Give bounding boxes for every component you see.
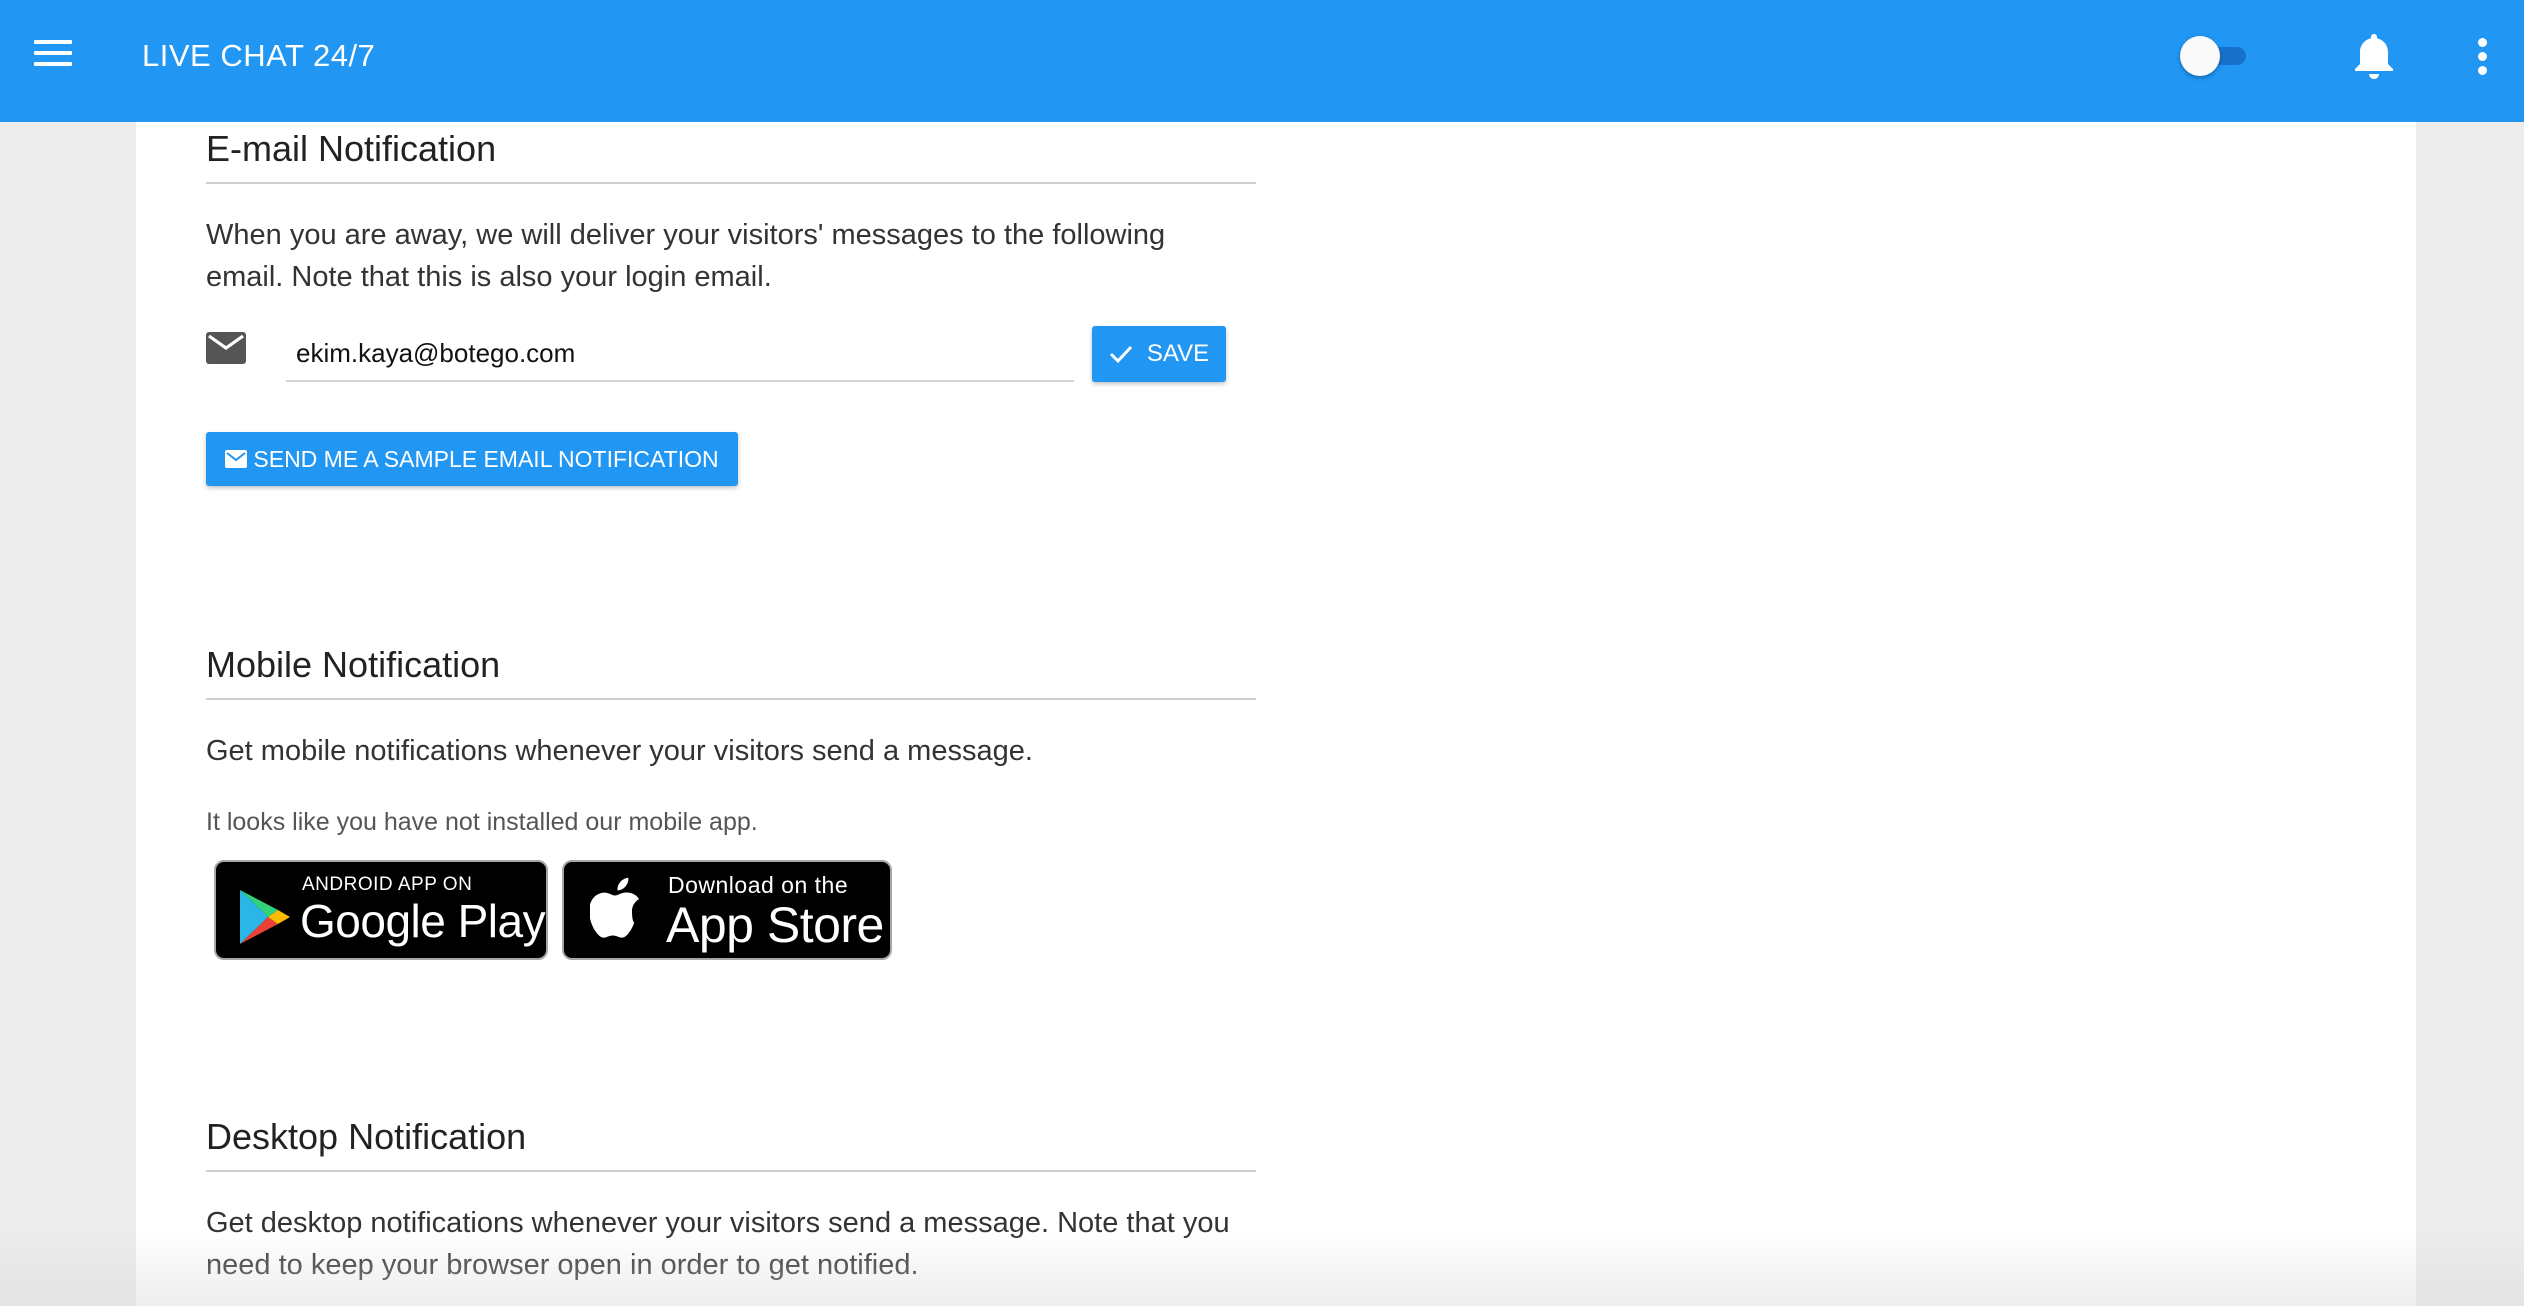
notifications-icon[interactable] bbox=[2350, 30, 2398, 82]
app-title: LIVE CHAT 24/7 bbox=[142, 38, 376, 73]
email-section-description: When you are away, we will deliver your … bbox=[206, 219, 1166, 293]
email-notification-section: E-mail Notification When you are away, w… bbox=[206, 128, 1256, 298]
email-row: SAVE bbox=[206, 326, 1256, 386]
mobile-section-title: Mobile Notification bbox=[206, 644, 1256, 700]
app-store-small-text: Download on the bbox=[668, 872, 849, 898]
desktop-notification-section: Desktop Notification Get desktop notific… bbox=[206, 1116, 1256, 1286]
mobile-section-description: Get mobile notifications whenever your v… bbox=[206, 735, 1033, 767]
desktop-section-title: Desktop Notification bbox=[206, 1116, 1256, 1172]
mail-icon bbox=[206, 332, 246, 364]
google-play-small-text: ANDROID APP ON bbox=[302, 874, 473, 895]
google-play-badge[interactable]: ANDROID APP ON Google Play bbox=[214, 860, 548, 960]
mobile-app-not-installed-note: It looks like you have not installed our… bbox=[206, 808, 758, 836]
more-vertical-icon[interactable] bbox=[2470, 34, 2494, 78]
check-icon bbox=[1109, 345, 1132, 364]
app-bar: LIVE CHAT 24/7 bbox=[0, 0, 2524, 122]
app-store-big-text: App Store bbox=[666, 897, 884, 953]
email-section-title: E-mail Notification bbox=[206, 128, 1256, 184]
google-play-big-text: Google Play bbox=[300, 895, 546, 947]
send-sample-email-label: SEND ME A SAMPLE EMAIL NOTIFICATION bbox=[253, 445, 719, 472]
menu-icon[interactable] bbox=[34, 40, 72, 68]
apple-icon bbox=[590, 877, 639, 938]
google-play-icon bbox=[240, 890, 290, 944]
email-field[interactable] bbox=[286, 326, 1074, 382]
app-store-badge[interactable]: Download on the App Store bbox=[562, 860, 892, 960]
send-sample-email-button[interactable]: SEND ME A SAMPLE EMAIL NOTIFICATION bbox=[206, 432, 738, 486]
save-button-label: SAVE bbox=[1146, 340, 1210, 367]
toggle-thumb bbox=[2180, 36, 2220, 76]
desktop-section-description: Get desktop notifications whenever your … bbox=[206, 1207, 1230, 1281]
mail-icon bbox=[225, 450, 248, 468]
mobile-notification-section: Mobile Notification Get mobile notificat… bbox=[206, 644, 1256, 772]
save-button[interactable]: SAVE bbox=[1092, 326, 1226, 382]
availability-toggle[interactable] bbox=[2176, 34, 2254, 78]
